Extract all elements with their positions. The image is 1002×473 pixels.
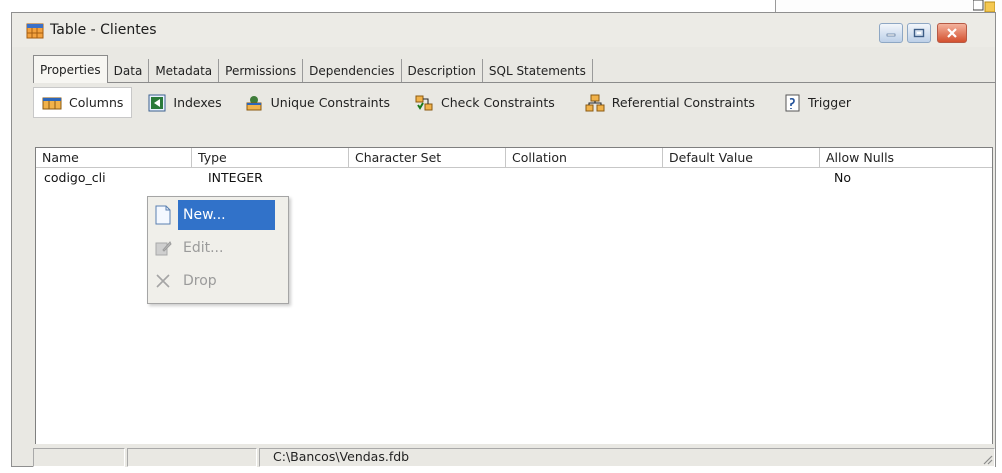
tab-permissions[interactable]: Permissions: [219, 59, 304, 83]
minimize-button[interactable]: [879, 23, 903, 43]
check-constraints-icon: [415, 95, 433, 110]
menu-item-new[interactable]: New...: [148, 200, 288, 230]
tab-dependencies[interactable]: Dependencies: [303, 59, 402, 83]
resize-grip-icon[interactable]: [981, 453, 993, 465]
maximize-button[interactable]: [907, 23, 931, 43]
window-title: Table - Clientes: [50, 22, 157, 38]
status-pane-2: [127, 448, 257, 467]
properties-subtabs: Columns Indexes Unique Constraints Check…: [33, 85, 995, 120]
subtab-trigger[interactable]: Trigger: [777, 87, 859, 118]
menu-item-new-label: New...: [178, 200, 275, 230]
cell-type: INTEGER: [208, 170, 263, 185]
menu-item-drop-label: Drop: [183, 273, 217, 289]
unique-constraints-icon: [246, 95, 262, 110]
tab-sql-statements[interactable]: SQL Statements: [483, 59, 593, 83]
subtab-check-constraints-label: Check Constraints: [441, 95, 555, 110]
subtab-unique-constraints-label: Unique Constraints: [270, 95, 391, 110]
tab-metadata[interactable]: Metadata: [149, 59, 220, 83]
context-menu: New... Edit... Drop: [147, 196, 289, 304]
subtab-columns[interactable]: Columns: [33, 87, 133, 118]
title-bar[interactable]: Table - Clientes: [12, 13, 995, 47]
status-pane-1: [33, 448, 125, 467]
column-header-allow-nulls[interactable]: Allow Nulls: [820, 148, 992, 167]
menu-item-drop[interactable]: Drop: [148, 266, 288, 296]
column-header-default-value[interactable]: Default Value: [663, 148, 820, 167]
background-window-corner: [775, 0, 1002, 12]
subtab-trigger-label: Trigger: [807, 95, 852, 110]
tab-data[interactable]: Data: [108, 59, 150, 83]
trigger-icon: [785, 94, 800, 111]
subtab-columns-label: Columns: [69, 95, 124, 110]
table-icon: [26, 23, 44, 39]
minimize-icon: [886, 33, 896, 37]
column-header-type[interactable]: Type: [192, 148, 349, 167]
maximize-icon: [913, 28, 925, 38]
drop-x-icon: [148, 266, 178, 296]
tab-description[interactable]: Description: [402, 59, 483, 83]
menu-item-edit-label: Edit...: [183, 240, 224, 256]
subtab-referential-constraints[interactable]: Referential Constraints: [577, 87, 763, 118]
subtab-indexes[interactable]: Indexes: [140, 87, 229, 118]
grid-header: Name Type Character Set Collation Defaul…: [36, 148, 992, 168]
subtab-indexes-label: Indexes: [173, 95, 222, 110]
edit-icon: [148, 233, 178, 263]
database-path: C:\Bancos\Vendas.fdb: [273, 449, 410, 464]
close-icon: [947, 28, 957, 38]
new-document-icon: [148, 200, 178, 230]
cell-name: codigo_cli: [44, 170, 106, 185]
column-header-name[interactable]: Name: [36, 148, 192, 167]
referential-constraints-icon: [585, 94, 605, 111]
status-bar: C:\Bancos\Vendas.fdb: [33, 447, 995, 467]
cell-allow-nulls: No: [834, 170, 851, 185]
close-button[interactable]: [937, 23, 967, 43]
column-header-character-set[interactable]: Character Set: [349, 148, 506, 167]
columns-icon: [42, 97, 62, 109]
main-tabs: Properties Data Metadata Permissions Dep…: [33, 55, 593, 83]
tab-properties[interactable]: Properties: [33, 55, 108, 83]
column-header-collation[interactable]: Collation: [506, 148, 663, 167]
folder-icon: [973, 0, 995, 12]
subtab-check-constraints[interactable]: Check Constraints: [406, 87, 563, 118]
indexes-icon: [148, 94, 166, 111]
menu-item-edit[interactable]: Edit...: [148, 233, 288, 263]
subtab-unique-constraints[interactable]: Unique Constraints: [236, 87, 398, 118]
subtab-referential-constraints-label: Referential Constraints: [611, 95, 755, 110]
